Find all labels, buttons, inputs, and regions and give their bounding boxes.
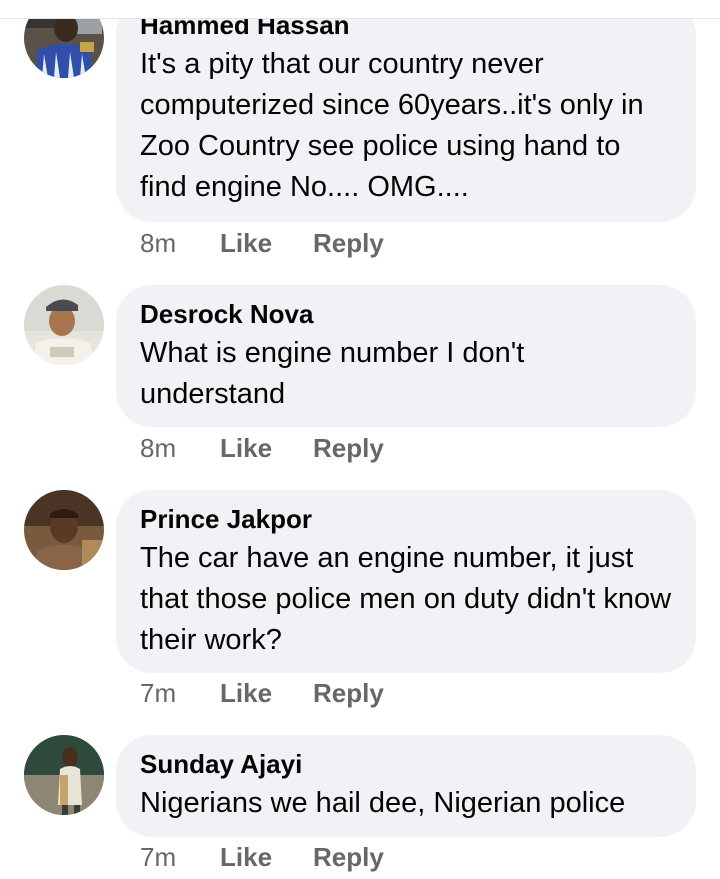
avatar-photo [24,490,104,570]
like-button[interactable]: Like [220,226,313,260]
comment-text: What is engine number I don't understand [140,337,525,410]
comment-timestamp[interactable]: 8m [140,226,220,260]
like-button[interactable]: Like [220,840,313,874]
avatar[interactable] [24,735,104,815]
avatar-photo [24,735,104,815]
comment-text: The car have an engine number, it just t… [140,542,672,656]
avatar[interactable] [24,490,104,570]
avatar[interactable] [24,285,104,365]
comment-author[interactable]: Prince Jakpor [140,504,672,534]
comment-actions: 7m Like Reply [140,676,384,710]
like-button[interactable]: Like [220,676,313,710]
reply-button[interactable]: Reply [313,676,384,710]
comment-timestamp[interactable]: 8m [140,431,220,465]
comment-actions: 8m Like Reply [140,226,384,260]
comment-actions: 7m Like Reply [140,840,384,874]
reply-button[interactable]: Reply [313,226,384,260]
comment-bubble: Hammed Hassan It's a pity that our count… [116,0,696,222]
reply-button[interactable]: Reply [313,431,384,465]
comment-bubble: Desrock Nova What is engine number I don… [116,285,696,427]
comment-bubble: Prince Jakpor The car have an engine num… [116,490,696,673]
reply-button[interactable]: Reply [313,840,384,874]
comment-text: It's a pity that our country never compu… [140,48,644,203]
comment-author[interactable]: Desrock Nova [140,299,672,329]
like-button[interactable]: Like [220,431,313,465]
comment-timestamp[interactable]: 7m [140,840,220,874]
comment-actions: 8m Like Reply [140,431,384,465]
top-divider [0,0,720,19]
comment-bubble: Sunday Ajayi Nigerians we hail dee, Nige… [116,735,696,837]
comment-timestamp[interactable]: 7m [140,676,220,710]
comment-author[interactable]: Sunday Ajayi [140,749,672,779]
comment-text: Nigerians we hail dee, Nigerian police [140,787,626,819]
avatar-photo [24,285,104,365]
